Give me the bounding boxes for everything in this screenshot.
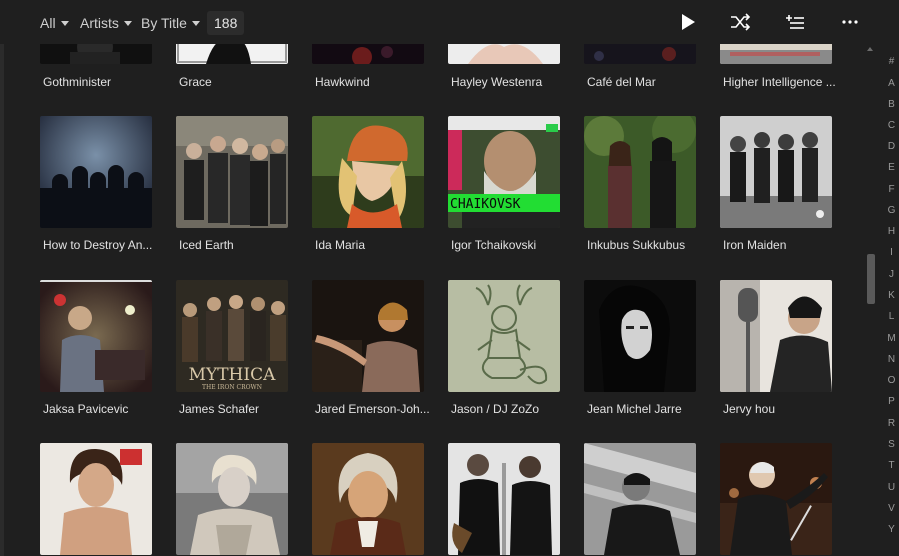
artist-name[interactable]: Hawkwind [315,75,427,89]
filter-all-label: All [40,15,56,31]
artist-art[interactable] [448,280,560,392]
filter-all-dropdown[interactable]: All [40,13,69,33]
artist-name[interactable]: Jervy hou [723,402,835,416]
jump-letter[interactable]: K [884,290,899,301]
artist-name[interactable]: Café del Mar [587,75,699,89]
jump-letter[interactable]: A [884,78,899,89]
jump-letter[interactable]: P [884,396,899,407]
artist-art[interactable] [176,116,288,228]
jump-letter[interactable]: C [884,120,899,131]
artist-name[interactable]: Jean Michel Jarre [587,402,699,416]
jump-letter[interactable]: E [884,162,899,173]
mythica-art-title: MYTHICA [189,365,277,385]
artist-name[interactable]: James Schafer [179,402,291,416]
artist-art[interactable] [176,443,288,555]
filter-type-label: Artists [80,15,119,31]
jump-letter[interactable]: I [884,247,899,258]
jump-letter[interactable]: R [884,418,899,429]
artist-art[interactable] [312,280,424,392]
jump-letter[interactable]: U [884,482,899,493]
jump-letter[interactable]: T [884,460,899,471]
artist-art[interactable] [720,280,832,392]
artist-grid: Gothminister Grace Hawkwind Hayley Weste… [0,0,860,556]
artist-name[interactable]: How to Destroy An... [43,238,155,252]
add-to-queue-icon [786,15,804,29]
artist-art[interactable] [584,280,696,392]
jump-letter[interactable]: Y [884,524,899,535]
artist-name[interactable]: Jared Emerson-Joh... [315,402,430,416]
artist-art[interactable] [312,116,424,228]
jump-letter[interactable]: # [884,56,899,67]
artist-name[interactable]: Iced Earth [179,238,291,252]
more-button[interactable] [837,10,863,34]
artist-art[interactable] [40,280,152,392]
item-count-badge: 188 [207,11,245,35]
scroll-up-icon[interactable] [867,47,873,51]
shuffle-icon [731,13,751,31]
add-to-queue-button[interactable] [782,10,808,34]
artist-art[interactable] [584,443,696,555]
chevron-down-icon [191,20,200,26]
artist-name[interactable]: Inkubus Sukkubus [587,238,699,252]
scrollbar-thumb[interactable] [867,254,875,304]
artist-art[interactable] [40,116,152,228]
jump-letter[interactable]: M [884,333,899,344]
shuffle-button[interactable] [728,10,754,34]
sort-dropdown[interactable]: By Title [141,13,200,33]
artist-name[interactable]: Iron Maiden [723,238,835,252]
artist-name[interactable]: Gothminister [43,75,155,89]
artist-art[interactable] [448,443,560,555]
artist-name[interactable]: Igor Tchaikovski [451,238,563,252]
chevron-down-icon [60,20,69,26]
artist-name[interactable]: Hayley Westenra [451,75,563,89]
artist-art[interactable] [584,116,696,228]
mythica-art-subtitle: THE IRON CROWN [202,384,262,391]
tchaikovsky-art-text: CHAIKOVSK [450,197,521,212]
jump-letter[interactable]: D [884,141,899,152]
jump-letter[interactable]: F [884,184,899,195]
artist-art[interactable]: MYTHICA THE IRON CROWN [176,280,288,392]
jump-letter[interactable]: N [884,354,899,365]
artist-name[interactable]: Grace [179,75,291,89]
artist-name[interactable]: Jason / DJ ZoZo [451,402,563,416]
artist-art[interactable] [720,443,832,555]
jump-letter[interactable]: L [884,311,899,322]
artist-name[interactable]: Higher Intelligence ... [723,75,836,89]
artist-art[interactable] [720,116,832,228]
jump-letter[interactable]: V [884,503,899,514]
jump-letter[interactable]: O [884,375,899,386]
more-icon [842,20,858,24]
artist-art[interactable] [40,443,152,555]
toolbar: All Artists By Title 188 [0,0,899,44]
artist-art[interactable] [312,443,424,555]
jump-letter[interactable]: S [884,439,899,450]
jump-letter[interactable]: G [884,205,899,216]
artist-name[interactable]: Jaksa Pavicevic [43,402,155,416]
artist-name[interactable]: Ida Maria [315,238,427,252]
play-button[interactable] [675,10,701,34]
artist-art[interactable]: CHAIKOVSK [448,116,560,228]
jump-letter[interactable]: J [884,269,899,280]
jump-letter[interactable]: H [884,226,899,237]
music-library-window: Gothminister Grace Hawkwind Hayley Weste… [0,0,899,556]
play-icon [682,14,695,30]
sort-label: By Title [141,15,187,31]
jump-letter[interactable]: B [884,99,899,110]
chevron-down-icon [123,20,132,26]
filter-type-dropdown[interactable]: Artists [80,13,132,33]
